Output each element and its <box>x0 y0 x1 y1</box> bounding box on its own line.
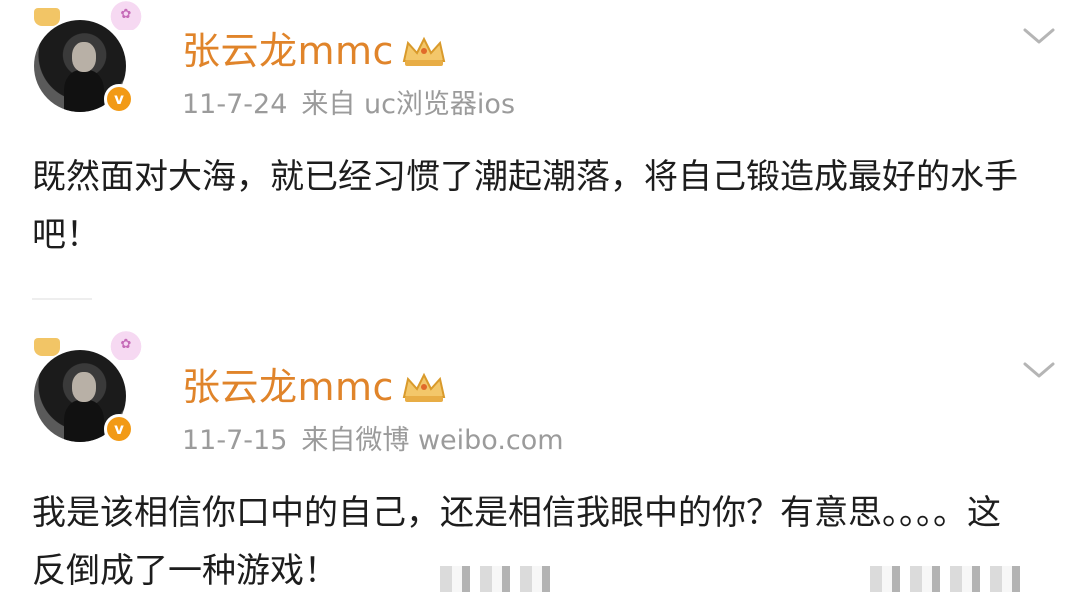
weibo-post: ✿ v 张云龙mmc 11-7-15 来自微博 weibo.com 我是该相信你口… <box>0 318 1080 608</box>
verified-v-icon: v <box>104 414 134 444</box>
username-text[interactable]: 张云龙mmc <box>182 365 394 409</box>
watermark-mosaic <box>440 566 560 592</box>
crown-icon <box>402 36 446 66</box>
username-text[interactable]: 张云龙mmc <box>182 29 394 73</box>
post-divider <box>32 298 92 300</box>
cloud-sticker-icon: ✿ <box>104 0 148 30</box>
post-meta: 11-7-24 来自 uc浏览器ios <box>182 82 515 121</box>
avatar-container[interactable]: ✿ v <box>32 0 150 114</box>
avatar-container[interactable]: ✿ v <box>32 330 150 444</box>
post-source: 来自微博 weibo.com <box>301 425 564 456</box>
verified-v-icon: v <box>104 84 134 114</box>
username[interactable]: 张云龙mmc <box>182 356 448 411</box>
chevron-down-icon[interactable] <box>1022 24 1056 48</box>
post-time[interactable]: 11-7-24 <box>182 89 287 120</box>
post-content: 既然面对大海，就已经习惯了潮起潮落，将自己锻造成最好的水手吧！ <box>32 157 1018 255</box>
weibo-post: ✿ v 张云龙mmc 11-7-24 来自 uc浏览器ios 既然面对大海，就已经… <box>0 0 1080 300</box>
crown-icon <box>402 372 446 402</box>
post-source: 来自 uc浏览器ios <box>301 89 516 120</box>
cloud-sticker-icon: ✿ <box>104 330 148 360</box>
avatar-decoration-icon <box>34 8 60 26</box>
username[interactable]: 张云龙mmc <box>182 20 448 75</box>
watermark-mosaic <box>870 566 1030 592</box>
avatar-decoration-icon <box>34 338 60 356</box>
post-time[interactable]: 11-7-15 <box>182 425 287 456</box>
chevron-down-icon[interactable] <box>1022 358 1056 382</box>
post-meta: 11-7-15 来自微博 weibo.com <box>182 418 564 457</box>
